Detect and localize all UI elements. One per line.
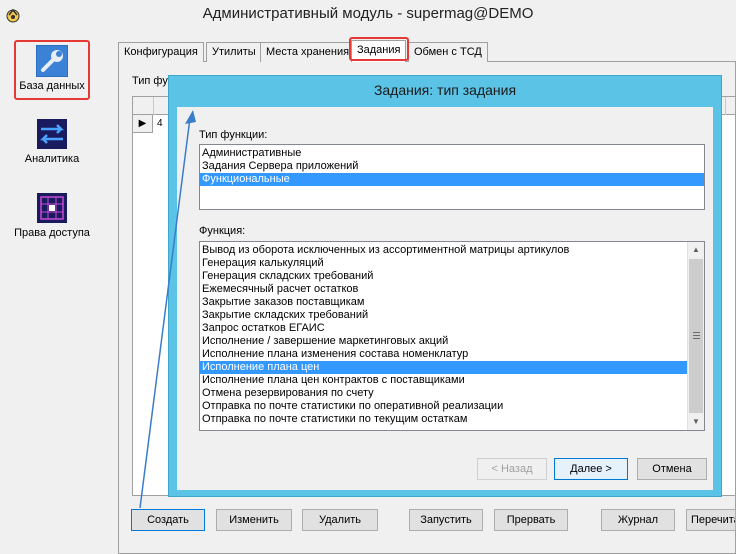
row-selector[interactable]: ▶: [133, 115, 153, 133]
function-item[interactable]: Запрос остатков ЕГАИС: [200, 322, 687, 335]
transfer-arrows-icon: [37, 119, 67, 149]
function-item[interactable]: Закрытие складских требований: [200, 309, 687, 322]
grid-header-divider: [153, 97, 154, 115]
scroll-down-icon[interactable]: ▼: [688, 414, 704, 430]
function-item[interactable]: Исполнение плана цен контрактов с постав…: [200, 374, 687, 387]
function-type-label: Тип функции:: [199, 129, 268, 141]
dialog-body: Тип функции: Административные Задания Се…: [177, 107, 713, 490]
grid-header-divider: [725, 97, 726, 115]
scroll-thumb[interactable]: [689, 259, 703, 413]
create-button[interactable]: Создать: [131, 509, 205, 531]
function-item[interactable]: Отмена резервирования по счету: [200, 387, 687, 400]
function-item[interactable]: Генерация калькуляций: [200, 257, 687, 270]
back-button[interactable]: < Назад: [477, 458, 547, 480]
nav-access-rights[interactable]: Права доступа: [14, 192, 90, 239]
grid-lock-icon: [37, 193, 67, 223]
nav-access-rights-label: Права доступа: [14, 227, 90, 239]
task-type-dialog: Задания: тип задания Тип функции: Админи…: [168, 75, 722, 497]
tab-configuration[interactable]: Конфигурация: [118, 42, 204, 62]
nav-database[interactable]: База данных: [14, 40, 90, 100]
nav-analytics[interactable]: Аналитика: [14, 118, 90, 165]
delete-button[interactable]: Удалить: [302, 509, 378, 531]
function-label: Функция:: [199, 225, 246, 237]
wrench-icon: [36, 45, 68, 77]
grip-line: [693, 335, 700, 336]
tab-tasks[interactable]: Задания: [351, 40, 407, 62]
interrupt-button[interactable]: Прервать: [494, 509, 568, 531]
tab-utilities[interactable]: Утилиты: [206, 42, 262, 62]
scroll-up-icon[interactable]: ▲: [688, 242, 704, 258]
title-bar: Административный модуль - supermag@DEMO: [0, 0, 736, 30]
edit-button[interactable]: Изменить: [216, 509, 292, 531]
tab-storage-places[interactable]: Места хранения: [260, 42, 356, 62]
tab-tsd-exchange[interactable]: Обмен с ТСД: [408, 42, 488, 62]
function-type-item[interactable]: Задания Сервера приложений: [200, 160, 704, 173]
nav-analytics-label: Аналитика: [24, 153, 80, 165]
function-item[interactable]: Отправка по почте статистики по оператив…: [200, 400, 687, 413]
function-item[interactable]: Исполнение / завершение маркетинговых ак…: [200, 335, 687, 348]
function-list-scrollbar[interactable]: ▲ ▼: [687, 242, 704, 430]
function-type-label-behind: Тип фу: [132, 75, 168, 87]
function-item[interactable]: Генерация складских требований: [200, 270, 687, 283]
function-item-selected[interactable]: Исполнение плана цен: [200, 361, 687, 374]
function-item[interactable]: Вывод из оборота исключенных из ассортим…: [200, 244, 687, 257]
cancel-button[interactable]: Отмена: [637, 458, 707, 480]
dialog-title: Задания: тип задания: [373, 82, 517, 98]
start-button[interactable]: Запустить: [409, 509, 483, 531]
function-list[interactable]: Вывод из оборота исключенных из ассортим…: [199, 241, 705, 431]
function-type-list[interactable]: Административные Задания Сервера приложе…: [199, 144, 705, 210]
grip-line: [693, 338, 700, 339]
function-type-item-selected[interactable]: Функциональные: [200, 173, 704, 186]
function-item[interactable]: Ежемесячный расчет остатков: [200, 283, 687, 296]
log-button[interactable]: Журнал: [601, 509, 675, 531]
nav-database-label: База данных: [19, 80, 85, 92]
reread-button[interactable]: Перечита: [686, 509, 736, 531]
function-item[interactable]: Отправка по почте статистики по текущим …: [200, 413, 687, 426]
grip-line: [693, 332, 700, 333]
function-item[interactable]: Исполнение плана изменения состава номен…: [200, 348, 687, 361]
window-title: Административный модуль - supermag@DEMO: [202, 5, 534, 22]
function-item[interactable]: Закрытие заказов поставщикам: [200, 296, 687, 309]
next-button[interactable]: Далее >: [554, 458, 628, 480]
function-type-item[interactable]: Административные: [200, 147, 704, 160]
